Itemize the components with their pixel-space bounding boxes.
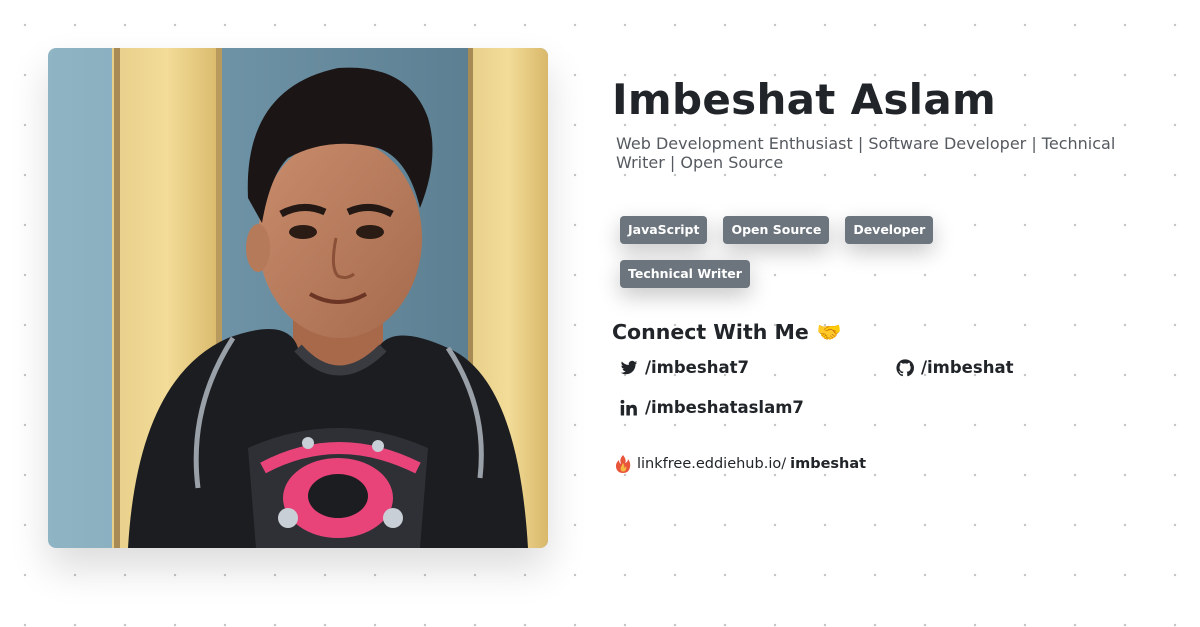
linkfree-link[interactable]: linkfree.eddiehub.io/ imbeshat	[614, 454, 1152, 474]
linkfree-domain: linkfree.eddiehub.io/	[637, 456, 787, 472]
linkedin-link[interactable]: /imbeshataslam7	[620, 398, 804, 417]
tag-javascript[interactable]: JavaScript	[620, 216, 708, 244]
connect-title-text: Connect With Me	[612, 320, 809, 344]
profile-name: Imbeshat Aslam	[612, 75, 997, 124]
linkedin-icon	[620, 399, 637, 415]
github-icon	[896, 358, 914, 376]
profile-info: Imbeshat Aslam Web Development Enthusias…	[612, 76, 1152, 474]
tag-developer[interactable]: Developer	[845, 216, 934, 244]
connect-heading: Connect With Me 🤝	[612, 320, 1152, 344]
tag-open-source[interactable]: Open Source	[723, 216, 830, 244]
tag-technical-writer[interactable]: Technical Writer	[620, 260, 750, 288]
linkfree-username: imbeshat	[790, 456, 867, 472]
linkedin-handle: /imbeshataslam7	[645, 398, 804, 417]
profile-photo-illustration	[48, 48, 548, 548]
github-link[interactable]: /imbeshat	[896, 358, 1013, 377]
profile-photo	[48, 48, 548, 548]
twitter-link[interactable]: /imbeshat7	[620, 358, 749, 377]
twitter-handle: /imbeshat7	[645, 358, 749, 377]
flame-icon	[615, 455, 631, 473]
twitter-icon	[620, 360, 638, 374]
handshake-icon: 🤝	[816, 320, 842, 344]
github-handle: /imbeshat	[921, 358, 1014, 377]
profile-tagline: Web Development Enthusiast | Software De…	[616, 134, 1116, 172]
social-links: /imbeshat7 /imbeshat /imbeshataslam7	[612, 358, 1152, 448]
tag-list: JavaScript Open Source Developer Technic…	[620, 216, 1000, 288]
